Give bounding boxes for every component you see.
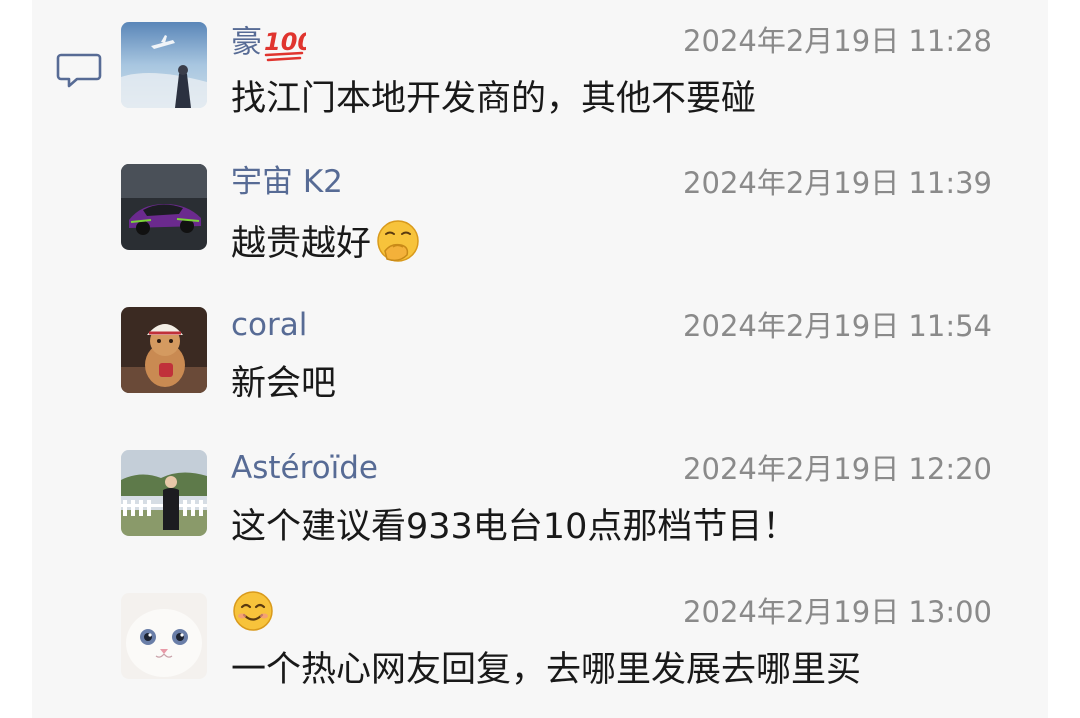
comment-text[interactable]: 一个热心网友回复，去哪里发展去哪里买 — [231, 649, 861, 691]
avatar[interactable] — [121, 307, 207, 393]
white-kitten-image — [121, 593, 207, 679]
purple-sports-car-image — [121, 164, 207, 250]
comment-time: 2024年2月19日 12:20 — [683, 452, 992, 486]
comment-time: 2024年2月19日 11:54 — [683, 309, 992, 343]
commenter-name[interactable] — [231, 591, 275, 637]
commenter-name[interactable]: 宇宙 K2 — [231, 164, 343, 200]
comment-icon[interactable] — [56, 52, 102, 90]
comment-item: coral 2024年2月19日 11:54 新会吧 — [121, 307, 1001, 407]
hundred-points-icon: 100 — [264, 28, 306, 62]
comments-page: 豪 100 2024年2月19日 11:28 找江门本地开发商的，其他不要碰 宇… — [0, 0, 1080, 718]
hand-over-mouth-face-icon — [377, 220, 419, 262]
anime-sky-airplane-image — [121, 22, 207, 108]
comment-text[interactable]: 越贵越好 — [231, 220, 423, 270]
smiling-face-icon — [233, 591, 273, 631]
avatar[interactable] — [121, 22, 207, 108]
comment-text-content: 越贵越好 — [231, 224, 372, 264]
comment-time: 2024年2月19日 13:00 — [683, 595, 992, 629]
comment-time: 2024年2月19日 11:28 — [683, 24, 992, 58]
commenter-name-text: 豪 — [231, 24, 262, 61]
gingerbread-figure-image — [121, 307, 207, 393]
comment-item: Astéroïde 2024年2月19日 12:20 这个建议看933电台10点… — [121, 450, 1001, 550]
comment-text[interactable]: 这个建议看933电台10点那档节目！ — [231, 506, 797, 548]
comment-item: 豪 100 2024年2月19日 11:28 找江门本地开发商的，其他不要碰 — [121, 22, 1001, 122]
comment-text[interactable]: 找江门本地开发商的，其他不要碰 — [231, 78, 756, 120]
comment-item: 2024年2月19日 13:00 一个热心网友回复，去哪里发展去哪里买 — [121, 591, 1001, 693]
comment-time: 2024年2月19日 11:39 — [683, 166, 992, 200]
garden-fence-girl-image — [121, 450, 207, 536]
comment-text[interactable]: 新会吧 — [231, 363, 336, 405]
comment-item: 宇宙 K2 2024年2月19日 11:39 越贵越好 — [121, 164, 1001, 264]
avatar[interactable] — [121, 164, 207, 250]
avatar[interactable] — [121, 593, 207, 679]
commenter-name[interactable]: coral — [231, 307, 307, 343]
commenter-name[interactable]: 豪 100 — [231, 22, 306, 66]
commenter-name[interactable]: Astéroïde — [231, 450, 378, 486]
avatar[interactable] — [121, 450, 207, 536]
svg-text:100: 100 — [264, 28, 306, 56]
